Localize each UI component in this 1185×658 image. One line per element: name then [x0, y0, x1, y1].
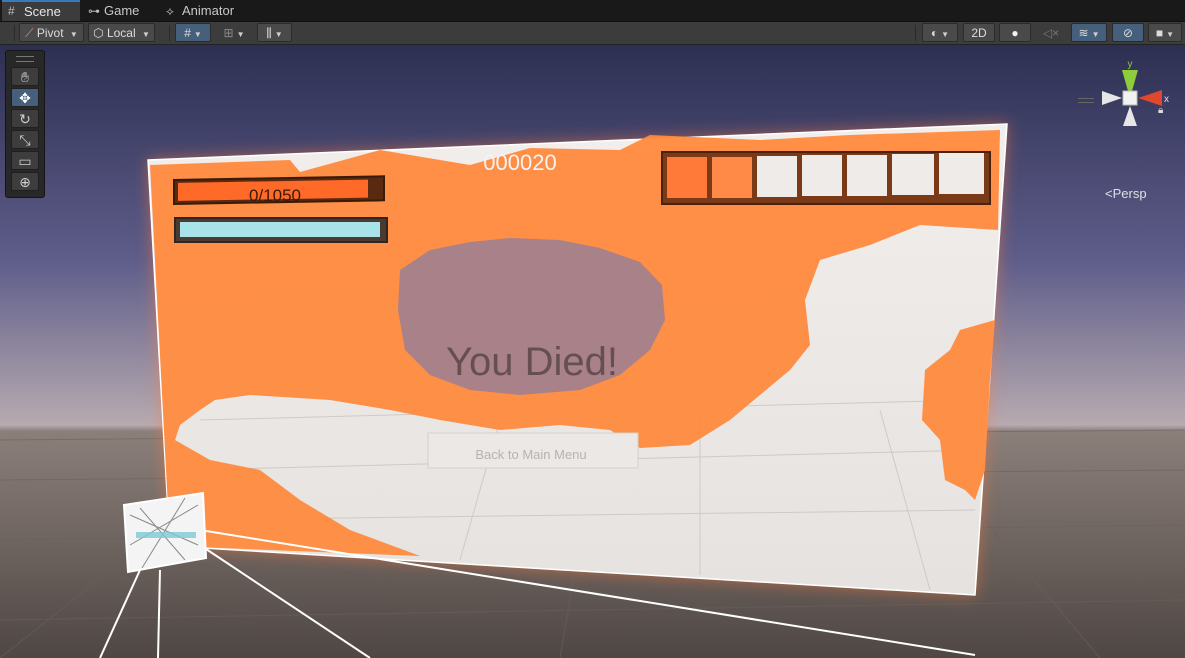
scale-tool-button[interactable]: ⤡	[11, 130, 39, 149]
rotate-tool-button[interactable]: ↻	[11, 109, 39, 128]
overlay-drag-handle[interactable]	[1078, 98, 1094, 103]
inventory-slot	[712, 157, 752, 198]
animator-icon: ⟡	[166, 4, 174, 18]
2d-toggle[interactable]: 2D	[963, 23, 995, 42]
grid-icon: #	[8, 4, 15, 18]
scene-viewport[interactable]: 0/1050 000020 You Died! Back to Main Men…	[0, 45, 1185, 658]
tab-animator[interactable]: ⟡ Animator	[160, 0, 250, 21]
scale-icon: ⤡	[19, 132, 31, 148]
move-tool-button[interactable]: ✥	[11, 88, 39, 107]
visibility-toggle[interactable]: ⊘	[1112, 23, 1144, 42]
hand-tool-button[interactable]: ✋︎	[11, 67, 39, 86]
rect-tool-button[interactable]: ▭	[11, 151, 39, 170]
grid-snap-toggle[interactable]: # ▼	[175, 23, 211, 42]
main-menu-button[interactable]: Back to Main Menu	[427, 432, 639, 469]
shading-mode-dropdown[interactable]: ◐ ▼	[922, 23, 958, 42]
increment-snap-toggle[interactable]: ⊞ ▼	[216, 23, 252, 42]
tab-scene[interactable]: # Scene	[2, 0, 80, 21]
perspective-toggle[interactable]: <Persp	[1105, 186, 1147, 201]
speaker-mute-icon: ◁×	[1042, 26, 1060, 40]
health-text: 0/1050	[249, 186, 301, 205]
local-label: Local	[106, 26, 136, 40]
main-menu-button-label: Back to Main Menu	[475, 447, 586, 462]
palette-grip[interactable]	[16, 56, 34, 62]
death-text: You Died!	[446, 340, 618, 384]
tab-game[interactable]: ⊶ Game	[82, 0, 154, 21]
lighting-toggle[interactable]: ●	[999, 23, 1031, 42]
gamepad-icon: ⊶	[88, 4, 100, 18]
tool-palette: ✋︎ ✥ ↻ ⤡ ▭ ⊕	[5, 50, 45, 198]
scene-toolbar: ⟋ Pivot ▼ ⬡ Local ▼ # ▼ ⊞ ▼ ⫼ ▼ ◐ ▼ 2D ● ◁× …	[0, 22, 1185, 45]
inventory-slot	[847, 155, 887, 196]
chevron-down-icon: ▼	[1091, 30, 1100, 39]
snap-icon: ⊞	[223, 26, 234, 40]
tab-bar: # Scene ⊶ Game ⟡ Animator	[0, 0, 1185, 22]
pivot-icon: ⟋	[25, 26, 34, 40]
transform-icon: ⊕	[19, 174, 31, 190]
audio-toggle[interactable]: ◁×	[1035, 23, 1067, 42]
layers-icon: ≋	[1078, 26, 1089, 40]
hand-icon: ✋︎	[21, 69, 29, 85]
chevron-down-icon: ▼	[193, 30, 202, 39]
inventory-slot	[892, 154, 934, 195]
sphere-icon: ◐	[930, 26, 939, 40]
rotate-icon: ↻	[19, 111, 31, 127]
eye-slash-icon: ⊘	[1122, 26, 1134, 40]
chevron-down-icon: ▼	[1166, 30, 1175, 39]
rect-icon: ▭	[18, 153, 32, 169]
inventory-slot	[802, 155, 842, 196]
ruler-toggle[interactable]: ⫼ ▼	[257, 23, 292, 42]
scene-render: 0/1050 000020 You Died! Back to Main Men…	[0, 45, 1185, 658]
transform-tool-button[interactable]: ⊕	[11, 172, 39, 191]
inventory-bar	[661, 151, 991, 205]
gizmo-center-cube[interactable]	[1122, 90, 1138, 106]
ruler-icon: ⫼	[266, 26, 272, 40]
tab-animator-label: Animator	[182, 3, 235, 18]
tab-game-label: Game	[104, 3, 140, 18]
stamina-bar	[174, 217, 388, 243]
effects-dropdown[interactable]: ≋ ▼	[1071, 23, 1107, 42]
2d-label: 2D	[971, 26, 987, 40]
chevron-down-icon: ▼	[69, 30, 78, 39]
inventory-slot	[939, 153, 984, 194]
toolbar-divider	[915, 25, 916, 41]
pivot-dropdown[interactable]: ⟋ Pivot ▼	[19, 23, 84, 42]
gizmo-x-label: x	[1164, 94, 1169, 105]
health-bar: 0/1050	[173, 175, 385, 205]
perspective-icon: <	[1105, 186, 1113, 201]
lock-icon[interactable]: 🔒︎	[1158, 105, 1163, 116]
lightbulb-icon: ●	[1011, 26, 1019, 40]
grid-snap-icon: #	[184, 26, 191, 40]
persp-label: Persp	[1112, 186, 1147, 201]
toolbar-divider	[169, 25, 170, 41]
inventory-slot	[667, 157, 707, 198]
tab-scene-label: Scene	[24, 4, 61, 19]
local-dropdown[interactable]: ⬡ Local ▼	[88, 23, 155, 42]
toolbar-divider	[14, 25, 15, 41]
chevron-down-icon: ▼	[236, 30, 245, 39]
inventory-slot	[757, 156, 797, 197]
score-text: 000020	[483, 150, 556, 175]
camera-icon: ■	[1155, 26, 1164, 40]
camera-dropdown[interactable]: ■ ▼	[1148, 23, 1182, 42]
camera-gizmo[interactable]	[122, 491, 208, 574]
move-icon: ✥	[19, 90, 31, 106]
chevron-down-icon: ▼	[274, 30, 283, 39]
gizmo-y-label: y	[1128, 59, 1133, 70]
chevron-down-icon: ▼	[141, 30, 150, 39]
pivot-label: Pivot	[36, 26, 64, 40]
cube-icon: ⬡	[93, 26, 104, 40]
chevron-down-icon: ▼	[941, 30, 950, 39]
